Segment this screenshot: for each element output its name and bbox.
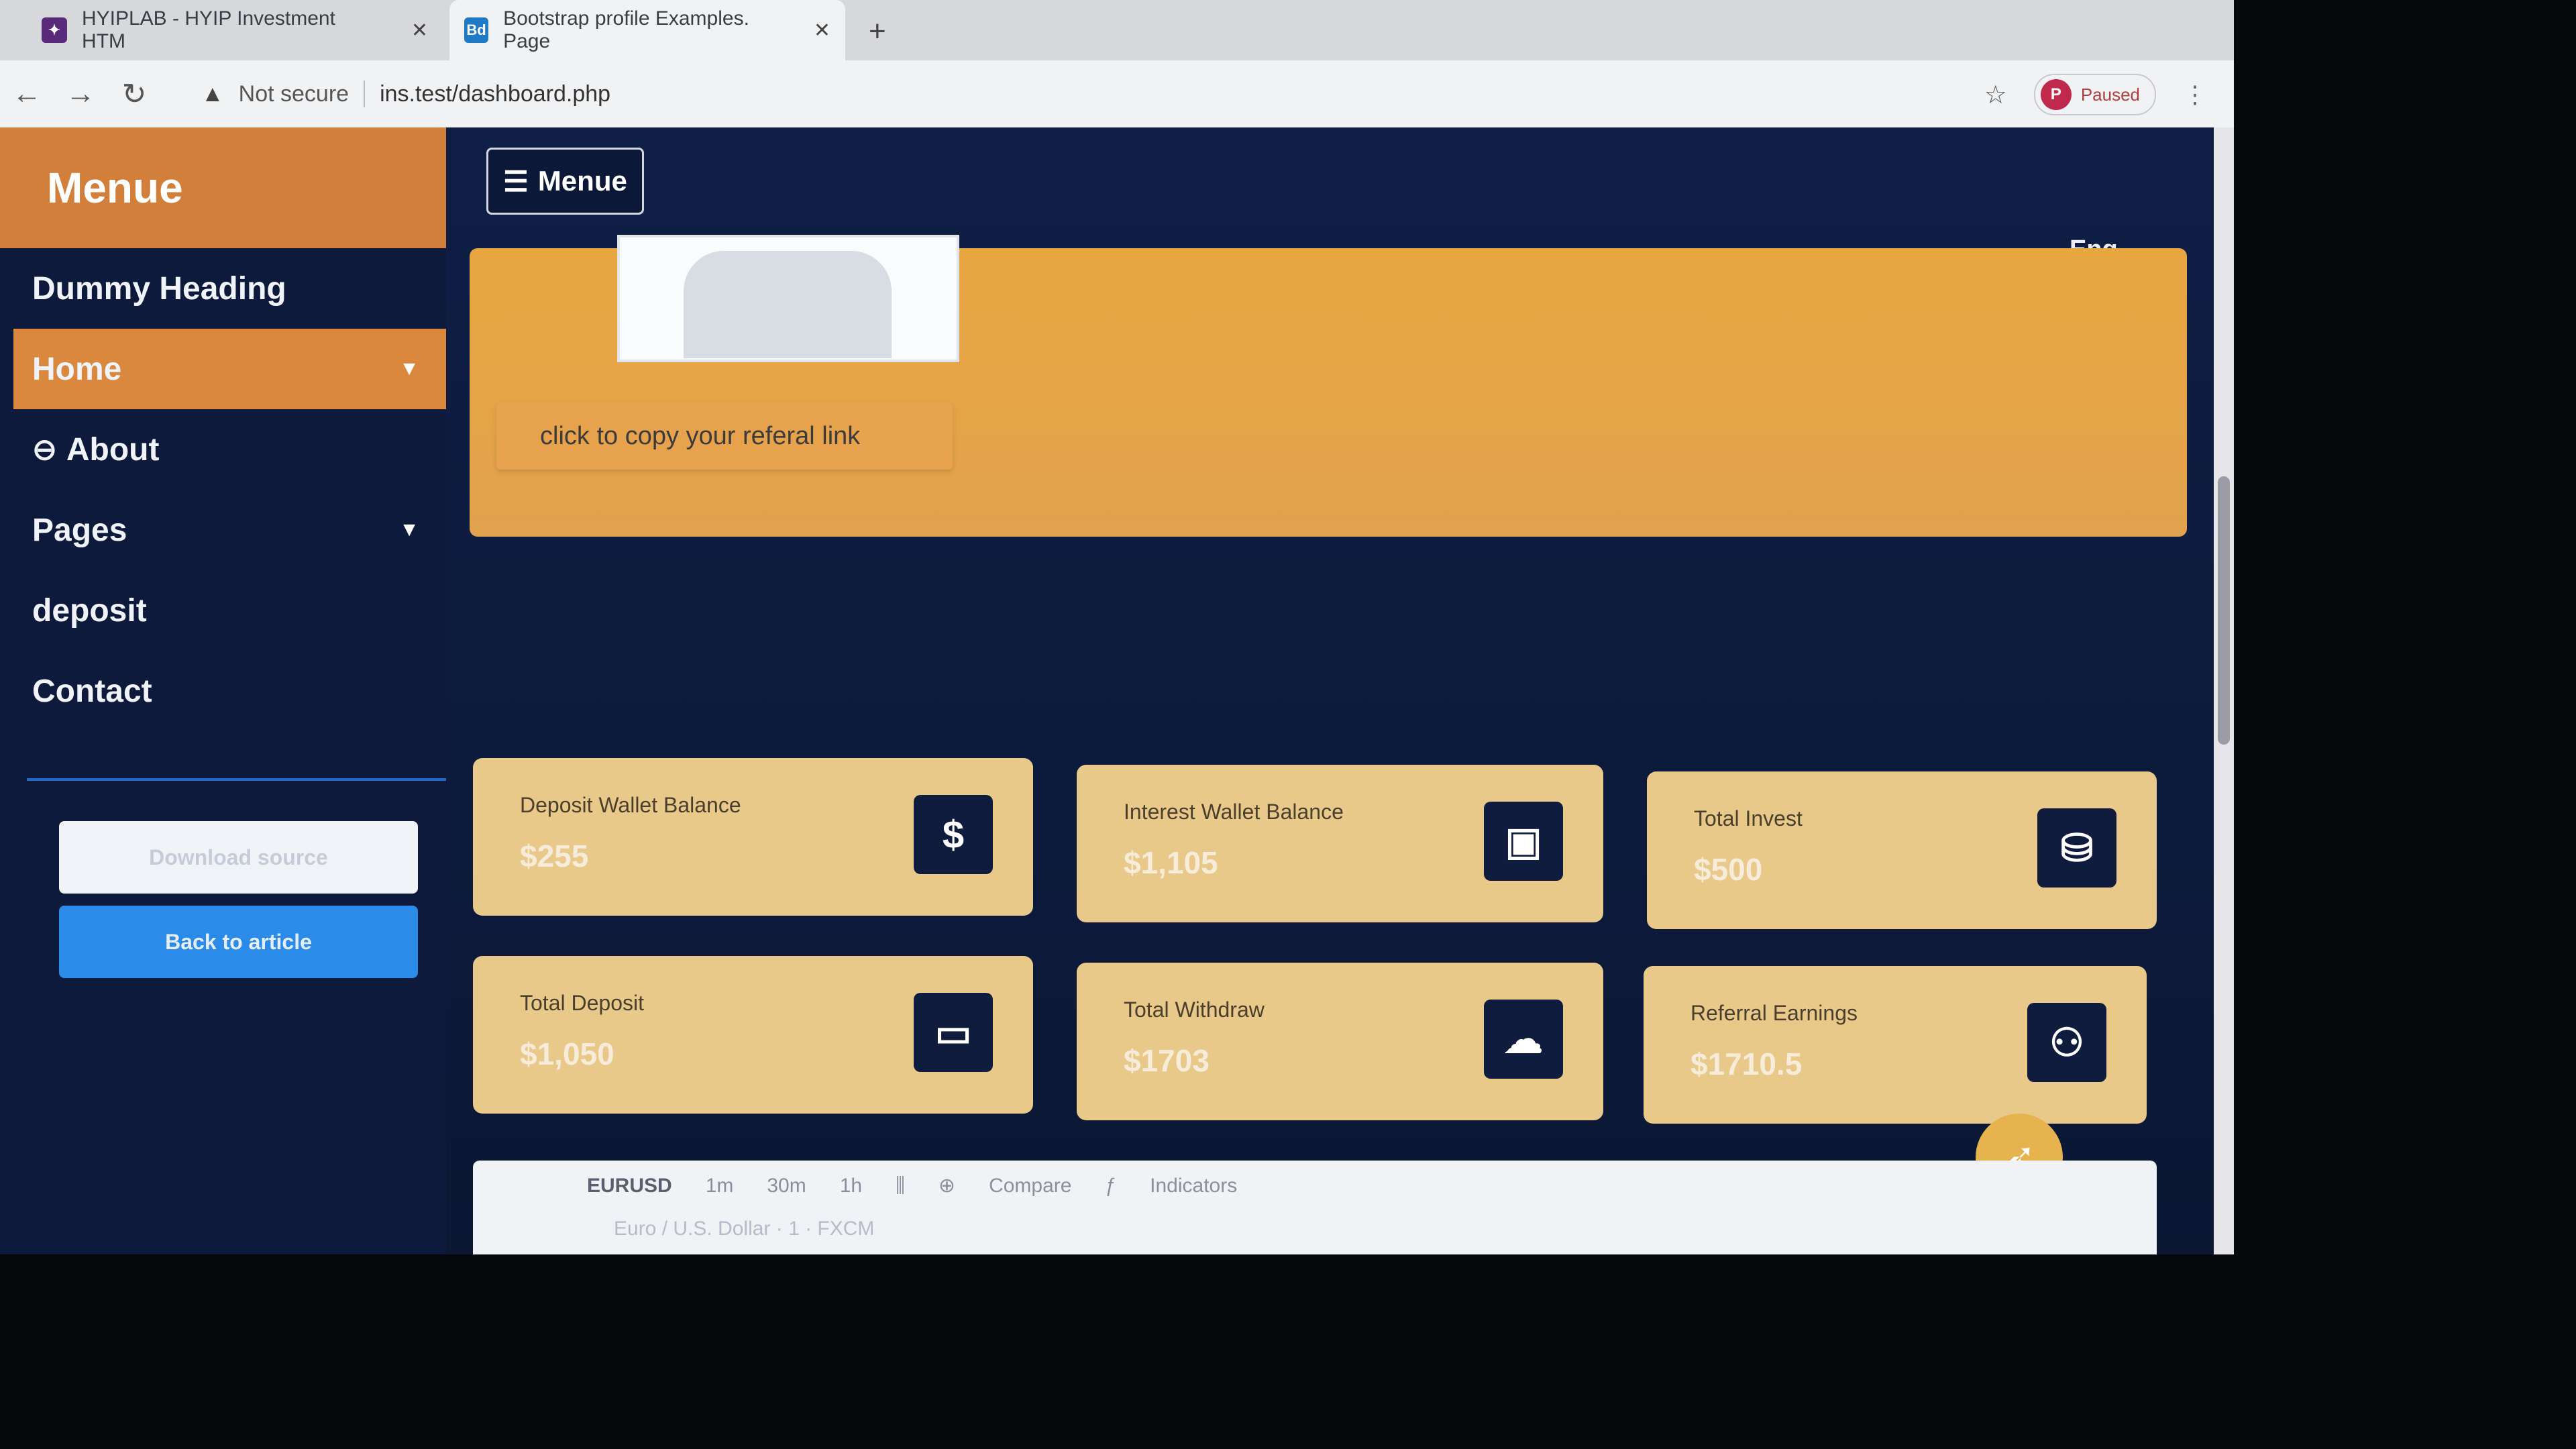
sidebar-item-home[interactable]: Home ▼	[13, 329, 446, 409]
caret-down-icon: ▼	[399, 358, 419, 380]
sidebar-item-about[interactable]: ⊖ About	[0, 409, 446, 490]
dollar-icon: $	[914, 795, 993, 874]
stat-card-total-deposit: Total Deposit $1,050 ▭	[473, 956, 1033, 1114]
avatar: P	[2040, 79, 2072, 110]
url-text[interactable]: ins.test/dashboard.php	[380, 81, 610, 107]
sidebar-item-contact[interactable]: Contact	[0, 651, 446, 731]
coins-icon: ⛁	[2037, 808, 2116, 888]
plus-circle-icon[interactable]: ⊕	[938, 1174, 955, 1197]
sidebar-divider	[27, 778, 446, 781]
wallet-icon: ▣	[1484, 802, 1563, 881]
chart-subtitle: Euro / U.S. Dollar · 1 · FXCM	[614, 1218, 875, 1240]
trading-chart-widget: EURUSD 1m 30m 1h ⫼ ⊕ Compare ƒ Indicator…	[473, 1161, 2157, 1254]
indicators-button[interactable]: Indicators	[1150, 1175, 1237, 1197]
scrollbar-thumb[interactable]	[2218, 476, 2230, 745]
kebab-menu-icon[interactable]: ⋮	[2183, 80, 2207, 109]
hamburger-icon: ☰	[503, 165, 529, 197]
caret-down-icon: ▼	[399, 519, 419, 541]
interval-30m[interactable]: 30m	[767, 1175, 806, 1197]
minus-circle-icon: ⊖	[32, 433, 57, 466]
security-label: Not secure	[238, 80, 350, 107]
scrollbar[interactable]	[2214, 127, 2234, 1254]
toolbar-right: ☆ P Paused ⋮	[1984, 74, 2207, 115]
qr-code-image	[617, 235, 959, 362]
new-tab-button[interactable]: +	[869, 15, 886, 48]
sidebar: Menue Dummy Heading Home ▼ ⊖ About Pages…	[0, 127, 446, 1254]
chart-toolbar: EURUSD 1m 30m 1h ⫼ ⊕ Compare ƒ Indicator…	[500, 1174, 2130, 1197]
stat-card-total-invest: Total Invest $500 ⛁	[1647, 771, 2157, 929]
compare-button[interactable]: Compare	[989, 1175, 1071, 1197]
cloud-upload-icon: ☁	[1484, 1000, 1563, 1079]
tab-title: HYIPLAB - HYIP Investment HTM	[81, 7, 335, 52]
back-to-article-button[interactable]: Back to article	[59, 906, 418, 978]
interval-1h[interactable]: 1h	[840, 1175, 862, 1197]
referral-panel: click to copy your referal link	[470, 235, 2187, 537]
menu-toggle-label: Menue	[537, 165, 627, 197]
sidebar-item-label: About	[66, 431, 160, 468]
reload-icon[interactable]: ↻	[107, 77, 161, 111]
sidebar-brand: Menue	[0, 127, 446, 248]
interval-1m[interactable]: 1m	[706, 1175, 734, 1197]
stat-card-deposit-wallet: Deposit Wallet Balance $255 $	[473, 758, 1033, 916]
back-arrow-icon[interactable]: ←	[0, 77, 54, 111]
credit-card-icon: ▭	[914, 993, 993, 1072]
profile-status: Paused	[2080, 84, 2140, 105]
tab-strip: ✦ HYIPLAB - HYIP Investment HTM ✕ Bd Boo…	[0, 0, 2234, 60]
candles-icon[interactable]: ⫼	[896, 1175, 905, 1197]
page-viewport: Menue Dummy Heading Home ▼ ⊖ About Pages…	[0, 127, 2214, 1254]
tab-bootstrap[interactable]: Bd Bootstrap profile Examples. Page ✕	[449, 0, 845, 60]
bootdey-icon: Bd	[464, 17, 489, 43]
stat-card-interest-wallet: Interest Wallet Balance $1,105 ▣	[1077, 765, 1603, 922]
stat-card-referral-earnings: Referral Earnings $1710.5 ⚇	[1644, 966, 2147, 1124]
sidebar-item-dummy-heading[interactable]: Dummy Heading	[0, 248, 446, 329]
tab-hyiplab[interactable]: ✦ HYIPLAB - HYIP Investment HTM ✕	[27, 0, 443, 60]
stat-card-total-withdraw: Total Withdraw $1703 ☁	[1077, 963, 1603, 1120]
sidebar-item-label: Dummy Heading	[32, 270, 286, 307]
sidebar-item-label: Pages	[32, 512, 127, 548]
sidebar-item-label: Home	[32, 351, 122, 387]
divider	[364, 80, 366, 107]
close-icon[interactable]: ✕	[411, 19, 428, 42]
sidebar-item-deposit[interactable]: deposit	[0, 570, 446, 651]
hyiplab-icon: ✦	[42, 17, 67, 43]
forward-arrow-icon[interactable]: →	[54, 77, 107, 111]
chart-symbol[interactable]: EURUSD	[587, 1175, 672, 1197]
function-icon: ƒ	[1105, 1174, 1117, 1197]
bookmark-star-icon[interactable]: ☆	[1984, 80, 2007, 110]
sidebar-item-pages[interactable]: Pages ▼	[0, 490, 446, 570]
tab-title: Bootstrap profile Examples. Page	[503, 7, 749, 52]
address-bar[interactable]: ▲ Not secure ins.test/dashboard.php	[201, 68, 1878, 119]
download-source-button[interactable]: Download source	[59, 821, 418, 894]
warning-icon: ▲	[201, 80, 224, 107]
profile-button[interactable]: P Paused	[2033, 74, 2156, 115]
menu-toggle-button[interactable]: ☰ Menue	[486, 148, 644, 215]
users-icon: ⚇	[2027, 1003, 2106, 1082]
browser-toolbar: ← → ↻ ▲ Not secure ins.test/dashboard.ph…	[0, 60, 2234, 127]
browser-window: ✦ HYIPLAB - HYIP Investment HTM ✕ Bd Boo…	[0, 0, 2234, 1254]
sidebar-item-label: deposit	[32, 592, 147, 629]
sidebar-item-label: Contact	[32, 673, 152, 709]
close-icon[interactable]: ✕	[814, 19, 830, 42]
copy-referral-link-button[interactable]: click to copy your referal link	[496, 402, 953, 470]
